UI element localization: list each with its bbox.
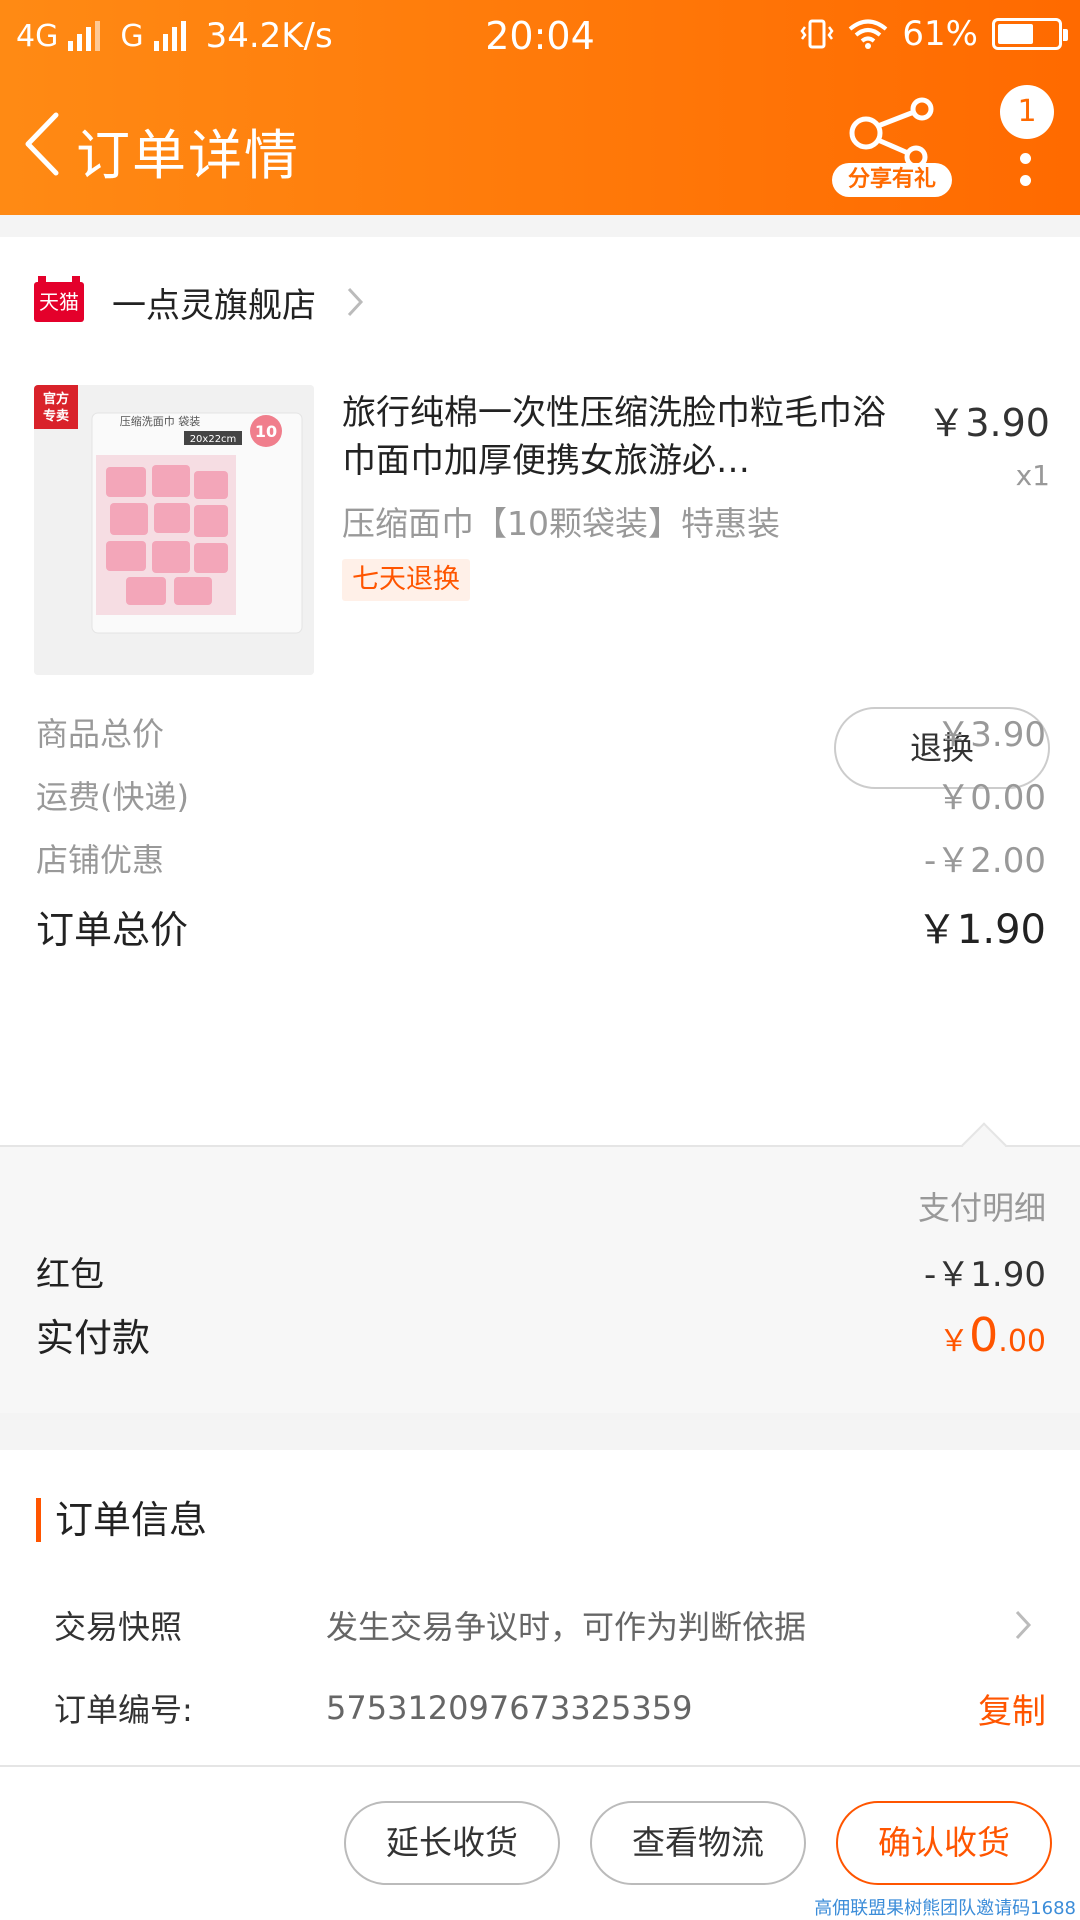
nav-bar: 订单详情 分享有礼 1 — [0, 75, 1080, 215]
pack-count: 10 — [255, 422, 277, 441]
status-bar: 4G G 34.2K/s 20:04 61% — [0, 0, 1080, 75]
pack-size: 20x22cm — [190, 434, 237, 445]
shipping-value: ￥0.00 — [936, 778, 1046, 818]
trade-snapshot-label: 交易快照 — [54, 1608, 183, 1646]
vibrate-icon — [800, 19, 834, 49]
shipping-label: 运费(快递) — [36, 777, 189, 816]
summary-total-row: 订单总价 ￥1.90 — [36, 897, 1046, 955]
payment-detail-link[interactable]: 支付明细 — [918, 1183, 1046, 1229]
actual-paid-currency: ￥ — [939, 1323, 969, 1359]
redpacket-value: -￥1.90 — [924, 1255, 1046, 1295]
order-card: 天猫 一点灵旗舰店 官方 专卖 压缩洗面巾 袋装 20x22cm 10 旅行纯棉… — [0, 237, 1080, 1145]
redpacket-row: 红包 -￥1.90 — [36, 1247, 1046, 1296]
price-box: ￥3.90 x1 — [927, 392, 1050, 492]
order-info-title: 订单信息 — [36, 1498, 207, 1542]
order-number-row: 订单编号: 575312097673325359 复制 — [54, 1678, 1046, 1738]
more-dot-icon — [1020, 153, 1031, 164]
product-quantity: x1 — [1015, 459, 1050, 492]
copy-order-number-button[interactable]: 复制 — [978, 1684, 1046, 1733]
view-logistics-button[interactable]: 查看物流 — [590, 1801, 806, 1885]
tmall-logo-icon: 天猫 — [34, 276, 84, 322]
app-header: 4G G 34.2K/s 20:04 61% 订单详情 分享有礼 1 — [0, 0, 1080, 215]
order-total-label: 订单总价 — [36, 907, 189, 952]
wifi-icon — [849, 19, 888, 49]
more-dot-icon — [1020, 175, 1031, 186]
actual-paid-row: 实付款 ￥0.00 — [36, 1307, 1046, 1362]
page-title: 订单详情 — [76, 124, 300, 187]
shop-name: 一点灵旗舰店 — [112, 285, 316, 326]
chevron-right-icon — [347, 287, 364, 317]
order-info-section: 订单信息 交易快照 发生交易争议时，可作为判断依据 订单编号: 57531209… — [0, 1450, 1080, 1765]
return-policy-tag: 七天退换 — [342, 559, 470, 601]
extend-receipt-button[interactable]: 延长收货 — [344, 1801, 560, 1885]
status-right: 61% — [800, 14, 1068, 54]
payment-section: 支付明细 红包 -￥1.90 实付款 ￥0.00 — [0, 1122, 1080, 1413]
product-image: 官方 专卖 压缩洗面巾 袋装 20x22cm 10 — [34, 385, 314, 675]
actual-paid-integer: 0 — [969, 1307, 999, 1362]
share-icon — [849, 97, 934, 169]
shop-discount-label: 店铺优惠 — [36, 840, 165, 879]
shop-row[interactable]: 天猫 一点灵旗舰店 — [34, 276, 364, 327]
trade-snapshot-row[interactable]: 交易快照 发生交易争议时，可作为判断依据 — [54, 1595, 1046, 1655]
corner-tag-line2: 专卖 — [43, 408, 69, 424]
summary-shipping-row: 运费(快递) ￥0.00 — [36, 770, 1046, 819]
more-menu-button[interactable]: 1 — [990, 85, 1060, 215]
product-title[interactable]: 旅行纯棉一次性压缩洗脸巾粒毛巾浴巾面巾加厚便携女旅游必… — [342, 389, 890, 485]
confirm-receipt-button[interactable]: 确认收货 — [836, 1801, 1052, 1885]
goods-total-value: ￥3.90 — [936, 715, 1046, 755]
product-sku: 压缩面巾【10颗袋装】特惠装 — [342, 504, 780, 543]
message-badge: 1 — [1000, 85, 1054, 139]
order-number-label: 订单编号: — [54, 1691, 193, 1729]
summary-goods-row: 商品总价 ￥3.90 — [36, 707, 1046, 756]
watermark: 高佣联盟果树熊团队邀请码1688 — [814, 1898, 1076, 1919]
corner-tag-line1: 官方 — [43, 391, 69, 407]
chevron-right-icon — [1015, 1610, 1032, 1640]
order-total-value: ￥1.90 — [916, 907, 1046, 953]
back-arrow-icon[interactable] — [18, 109, 68, 179]
battery-percent: 61% — [902, 14, 978, 54]
order-number-value: 575312097673325359 — [326, 1689, 693, 1727]
product-price: ￥3.90 — [927, 401, 1050, 445]
actual-paid-label: 实付款 — [36, 1316, 151, 1360]
shop-discount-value: -￥2.00 — [924, 841, 1046, 881]
share-button[interactable]: 分享有礼 — [832, 97, 952, 207]
actual-paid-decimal: .00 — [998, 1323, 1046, 1359]
bottom-action-bar: 延长收货 查看物流 确认收货 高佣联盟果树熊团队邀请码1688 — [0, 1765, 1080, 1920]
trade-snapshot-value: 发生交易争议时，可作为判断依据 — [326, 1608, 807, 1646]
product-thumbnail[interactable]: 官方 专卖 压缩洗面巾 袋装 20x22cm 10 — [34, 385, 314, 675]
redpacket-label: 红包 — [36, 1255, 104, 1295]
share-label: 分享有礼 — [832, 163, 952, 197]
summary-discount-row: 店铺优惠 -￥2.00 — [36, 833, 1046, 882]
actual-paid-value: ￥0.00 — [939, 1308, 1046, 1362]
battery-icon — [992, 18, 1068, 50]
goods-total-label: 商品总价 — [36, 714, 165, 753]
pack-label: 压缩洗面巾 袋装 — [120, 414, 201, 428]
